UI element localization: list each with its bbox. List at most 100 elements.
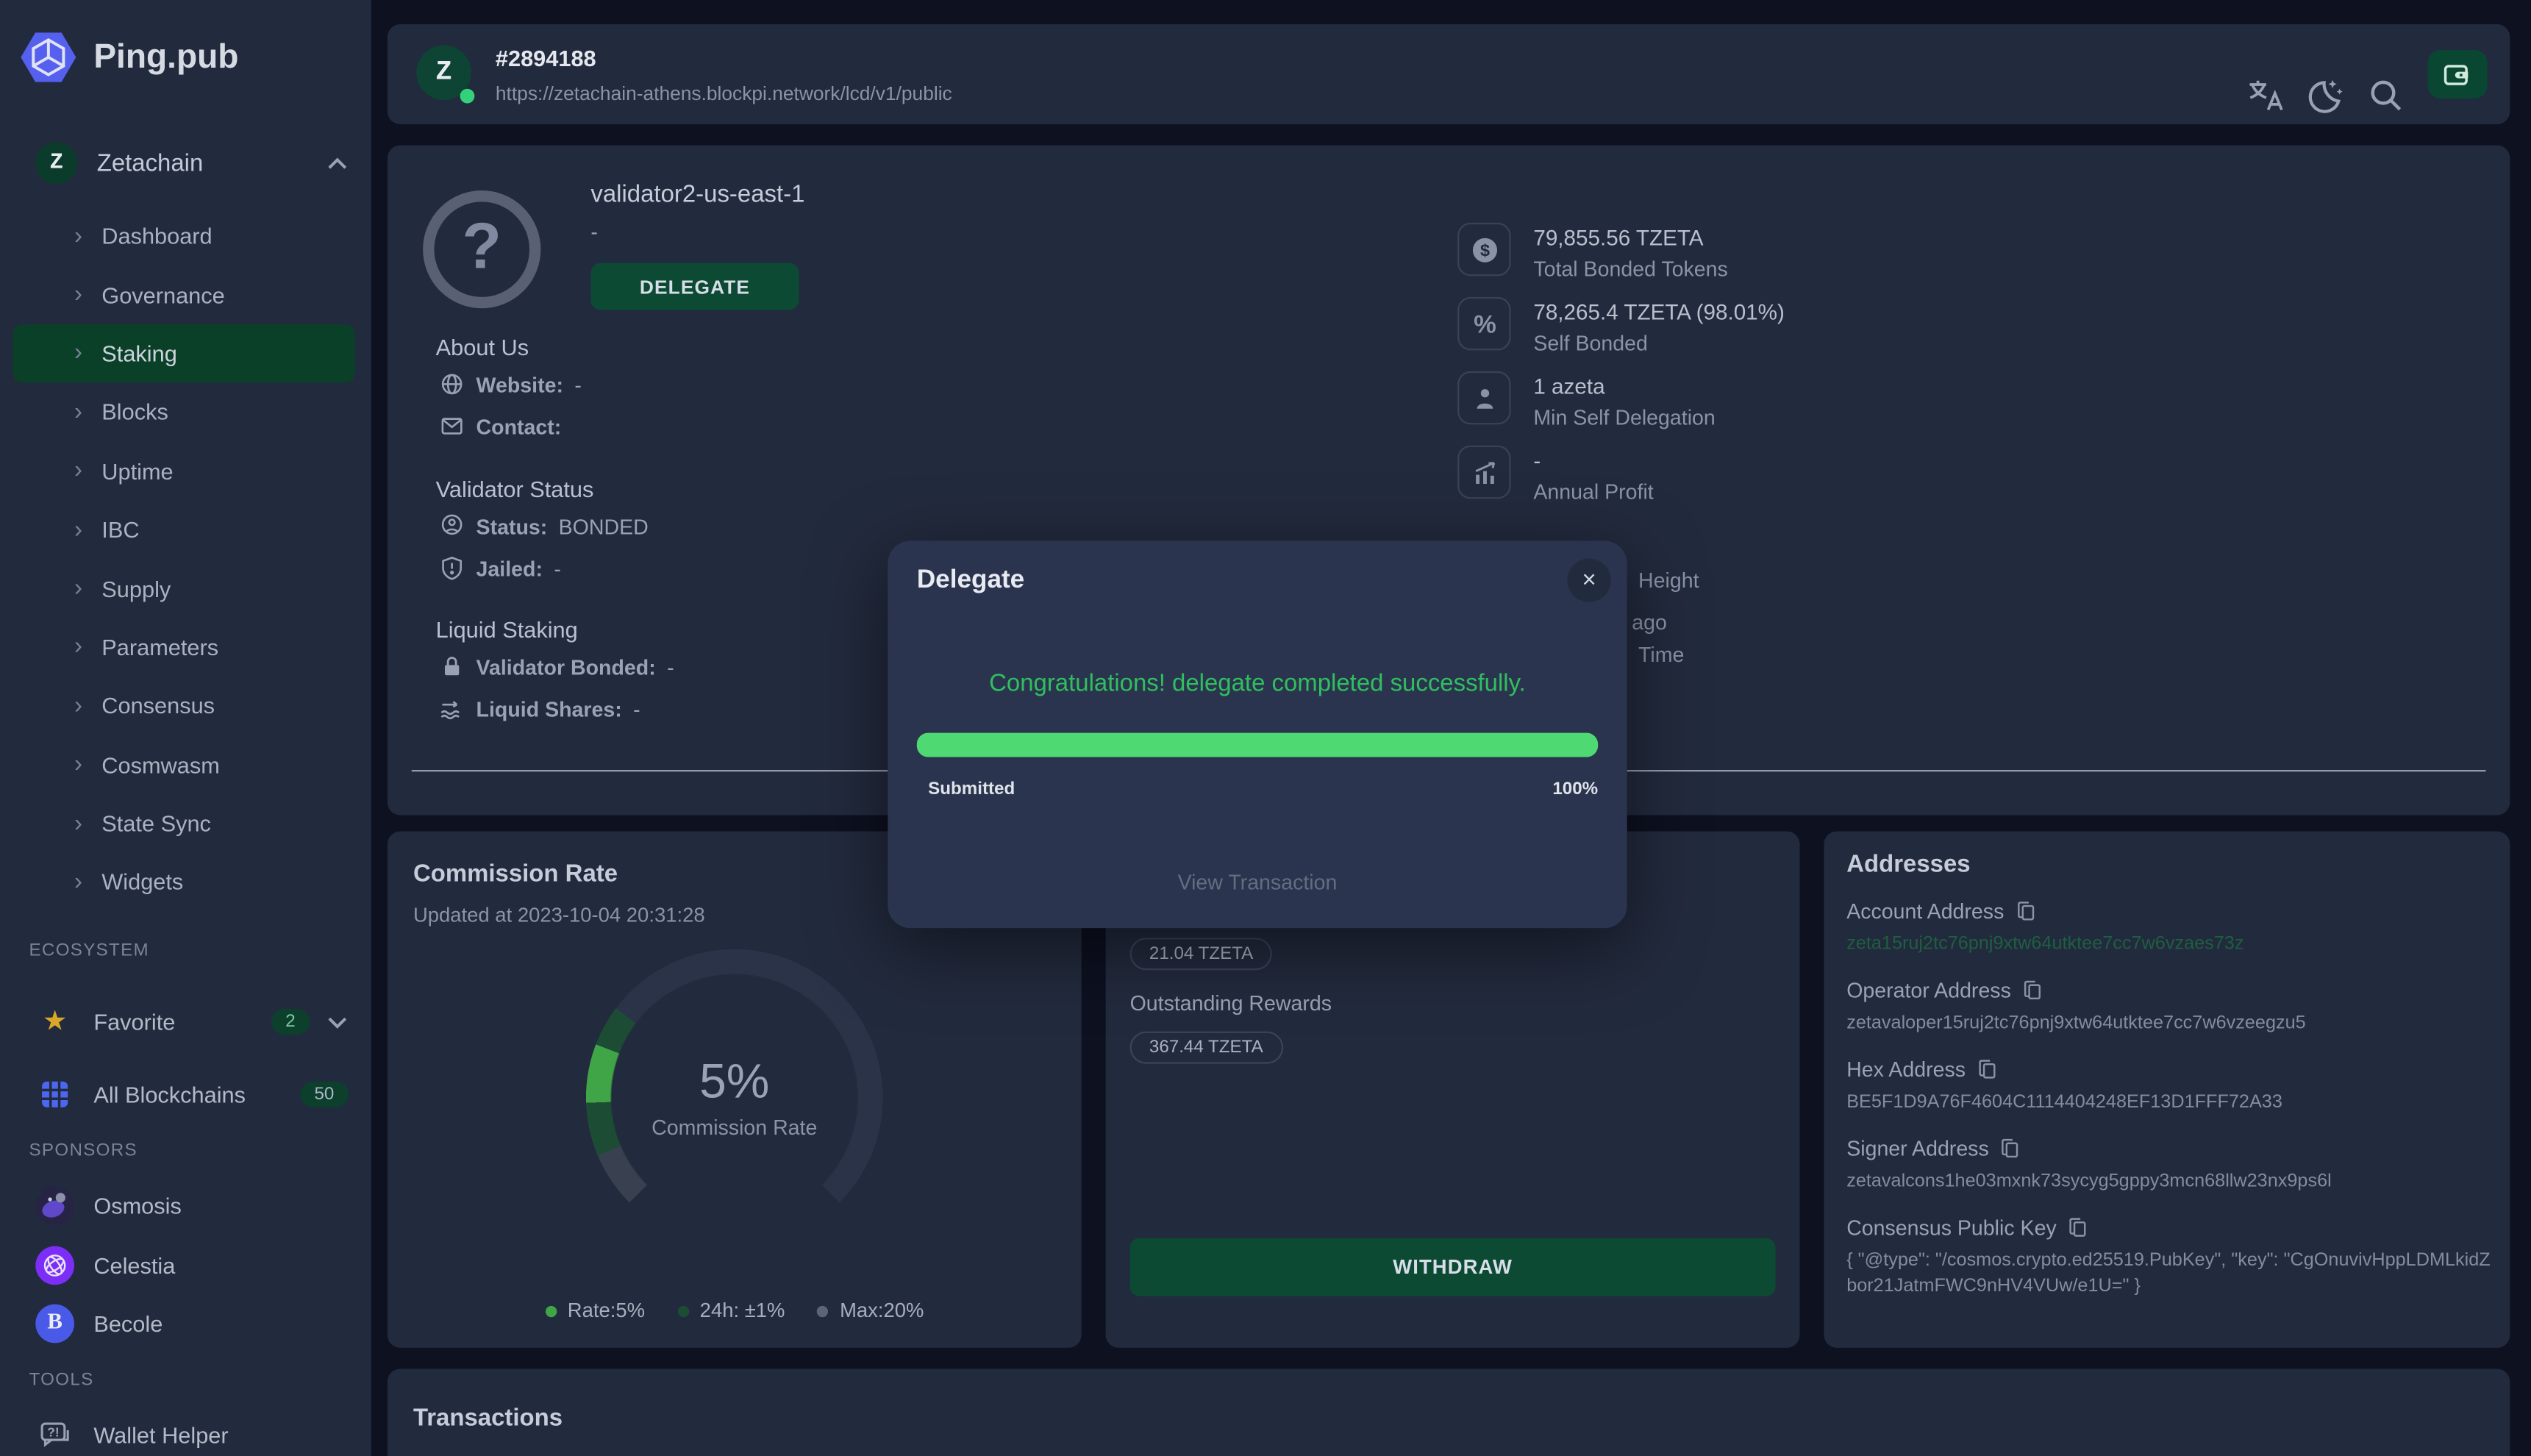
globe-icon (439, 371, 465, 397)
chevron-right-icon: › (74, 810, 82, 837)
gauge-legend: Rate:5% 24h: ±1% Max:20% (388, 1299, 1082, 1322)
translate-icon[interactable] (2247, 77, 2289, 119)
legend-rate-dot (545, 1305, 556, 1316)
sidebar-item-state-sync[interactable]: ›State Sync (0, 794, 371, 853)
gauge-center: 5% Commission Rate (586, 949, 883, 1246)
legend-24h-dot (677, 1305, 688, 1316)
section-ecosystem: ECOSYSTEM (29, 941, 149, 960)
sidebar-item-widgets[interactable]: ›Widgets (0, 853, 371, 912)
osmosis-icon (35, 1186, 74, 1225)
sidebar-item-all-blockchains[interactable]: All Blockchains 50 (0, 1066, 371, 1124)
validator-status-title: Validator Status (436, 477, 594, 502)
chevron-right-icon: › (74, 222, 82, 249)
operator-address-value: zetavaloper15ruj2tc76pnj9xtw64utktee7cc7… (1846, 1010, 2492, 1036)
topbar: Z #2894188 https://zetachain-athens.bloc… (388, 24, 2510, 124)
chevron-right-icon: › (74, 516, 82, 543)
website-row: Website: - (439, 371, 582, 397)
consensus-pubkey-label: Consensus Public Key (1846, 1216, 2487, 1241)
commission-title: Commission Rate (413, 860, 618, 888)
dark-mode-icon[interactable] (2307, 77, 2349, 119)
svg-text:?!: ?! (47, 1425, 60, 1440)
about-us-title: About Us (436, 334, 529, 360)
sidebar-nav: ›Dashboard ›Governance ›Staking ›Blocks … (0, 207, 371, 912)
modal-title: Delegate (917, 566, 1024, 596)
jailed-row: Jailed: - (439, 555, 561, 581)
copy-icon[interactable] (2000, 1138, 2019, 1160)
unbonding-height-label-fragment: Height (1638, 568, 1699, 593)
withdraw-button[interactable]: WITHDRAW (1130, 1238, 1776, 1296)
transactions-card: Transactions (388, 1368, 2510, 1456)
chevron-right-icon: › (74, 633, 82, 660)
account-address-value[interactable]: zeta15ruj2tc76pnj9xtw64utktee7cc7w6vzaes… (1846, 932, 2492, 957)
chevron-right-icon: › (74, 868, 82, 896)
view-transaction-link[interactable]: View Transaction (888, 870, 1627, 894)
brand[interactable]: Ping.pub (19, 24, 238, 90)
copy-icon[interactable] (1977, 1059, 1996, 1080)
block-height: #2894188 (496, 45, 596, 71)
stat-annual-profit: -Annual Profit (1457, 446, 1654, 507)
favorite-count-badge: 2 (271, 1009, 310, 1035)
chevron-right-icon: › (74, 281, 82, 308)
copy-icon[interactable] (2016, 901, 2035, 922)
zetachain-icon: Z (35, 142, 77, 184)
becole-icon: B (35, 1305, 74, 1343)
stat-min-self-delegation: 1 azetaMin Self Delegation (1457, 371, 1716, 432)
account-address-label: Account Address (1846, 899, 2487, 924)
progress-percent: 100% (1552, 779, 1598, 799)
sidebar-item-governance[interactable]: ›Governance (0, 265, 371, 324)
commission-amount-pill: 21.04 TZETA (1130, 938, 1273, 970)
chevron-right-icon: › (74, 751, 82, 778)
liquid-shares-row: Liquid Shares: - (439, 696, 640, 721)
signer-address-value: zetavalcons1he03mxnk73sycyg5gppy3mcn68ll… (1846, 1169, 2492, 1195)
validator-identity: - (590, 220, 598, 244)
chevron-right-icon: › (74, 340, 82, 367)
legend-rate: Rate:5% (545, 1299, 645, 1322)
hex-address-label: Hex Address (1846, 1057, 2487, 1082)
sidebar-item-osmosis[interactable]: Osmosis (0, 1177, 371, 1235)
sidebar-item-dashboard[interactable]: ›Dashboard (0, 207, 371, 265)
sidebar-item-uptime[interactable]: ›Uptime (0, 441, 371, 500)
sidebar-item-blocks[interactable]: ›Blocks (0, 383, 371, 442)
chain-name: Zetachain (97, 149, 326, 176)
operator-address-label: Operator Address (1846, 978, 2487, 1002)
search-icon[interactable] (2368, 77, 2410, 119)
sidebar-item-supply[interactable]: ›Supply (0, 559, 371, 618)
chevron-right-icon: › (74, 575, 82, 602)
copy-icon[interactable] (2068, 1218, 2087, 1239)
coin-icon: $ (1457, 223, 1510, 276)
close-icon[interactable]: × (1567, 559, 1610, 602)
gauge-label: Commission Rate (652, 1116, 817, 1140)
sidebar-item-cosmwasm[interactable]: ›Cosmwasm (0, 735, 371, 794)
sidebar-chain-selector[interactable]: Z Zetachain (0, 135, 371, 190)
legend-max: Max:20% (817, 1299, 924, 1322)
status-row: Status: BONDED (439, 513, 649, 539)
person-badge-icon (439, 513, 465, 539)
sidebar-item-consensus[interactable]: ›Consensus (0, 677, 371, 735)
svg-text:$: $ (1479, 240, 1489, 259)
hex-address-value: BE5F1D9A76F4604C1114404248EF13D1FFF72A33 (1846, 1090, 2492, 1116)
sidebar-item-parameters[interactable]: ›Parameters (0, 618, 371, 677)
chart-icon (1457, 446, 1510, 499)
grid-icon (35, 1075, 74, 1114)
chain-status-icon: Z (416, 45, 471, 100)
sidebar-item-favorite[interactable]: ★ Favorite 2 (0, 993, 371, 1051)
sidebar-item-wallet-helper[interactable]: ?! Wallet Helper (0, 1406, 371, 1456)
online-status-dot (460, 89, 475, 104)
percent-icon: % (1457, 297, 1510, 350)
chevron-right-icon: › (74, 399, 82, 426)
sidebar-item-staking[interactable]: ›Staking (13, 324, 355, 383)
unbonding-time-value-fragment: ago (1632, 610, 1667, 635)
delegate-button[interactable]: DELEGATE (590, 263, 799, 310)
legend-max-dot (817, 1305, 828, 1316)
copy-icon[interactable] (2022, 980, 2041, 1002)
brand-name: Ping.pub (93, 38, 238, 77)
chevron-up-icon (326, 152, 349, 174)
sidebar-item-celestia[interactable]: Celestia (0, 1236, 371, 1294)
wallet-button[interactable] (2427, 50, 2487, 99)
addresses-title: Addresses (1846, 851, 2487, 878)
sidebar-item-ibc[interactable]: ›IBC (0, 500, 371, 559)
sidebar-item-becole[interactable]: B Becole (0, 1294, 371, 1352)
liquid-staking-title: Liquid Staking (436, 617, 578, 643)
help-bubble-icon: ?! (35, 1416, 74, 1455)
section-tools: TOOLS (29, 1371, 94, 1390)
